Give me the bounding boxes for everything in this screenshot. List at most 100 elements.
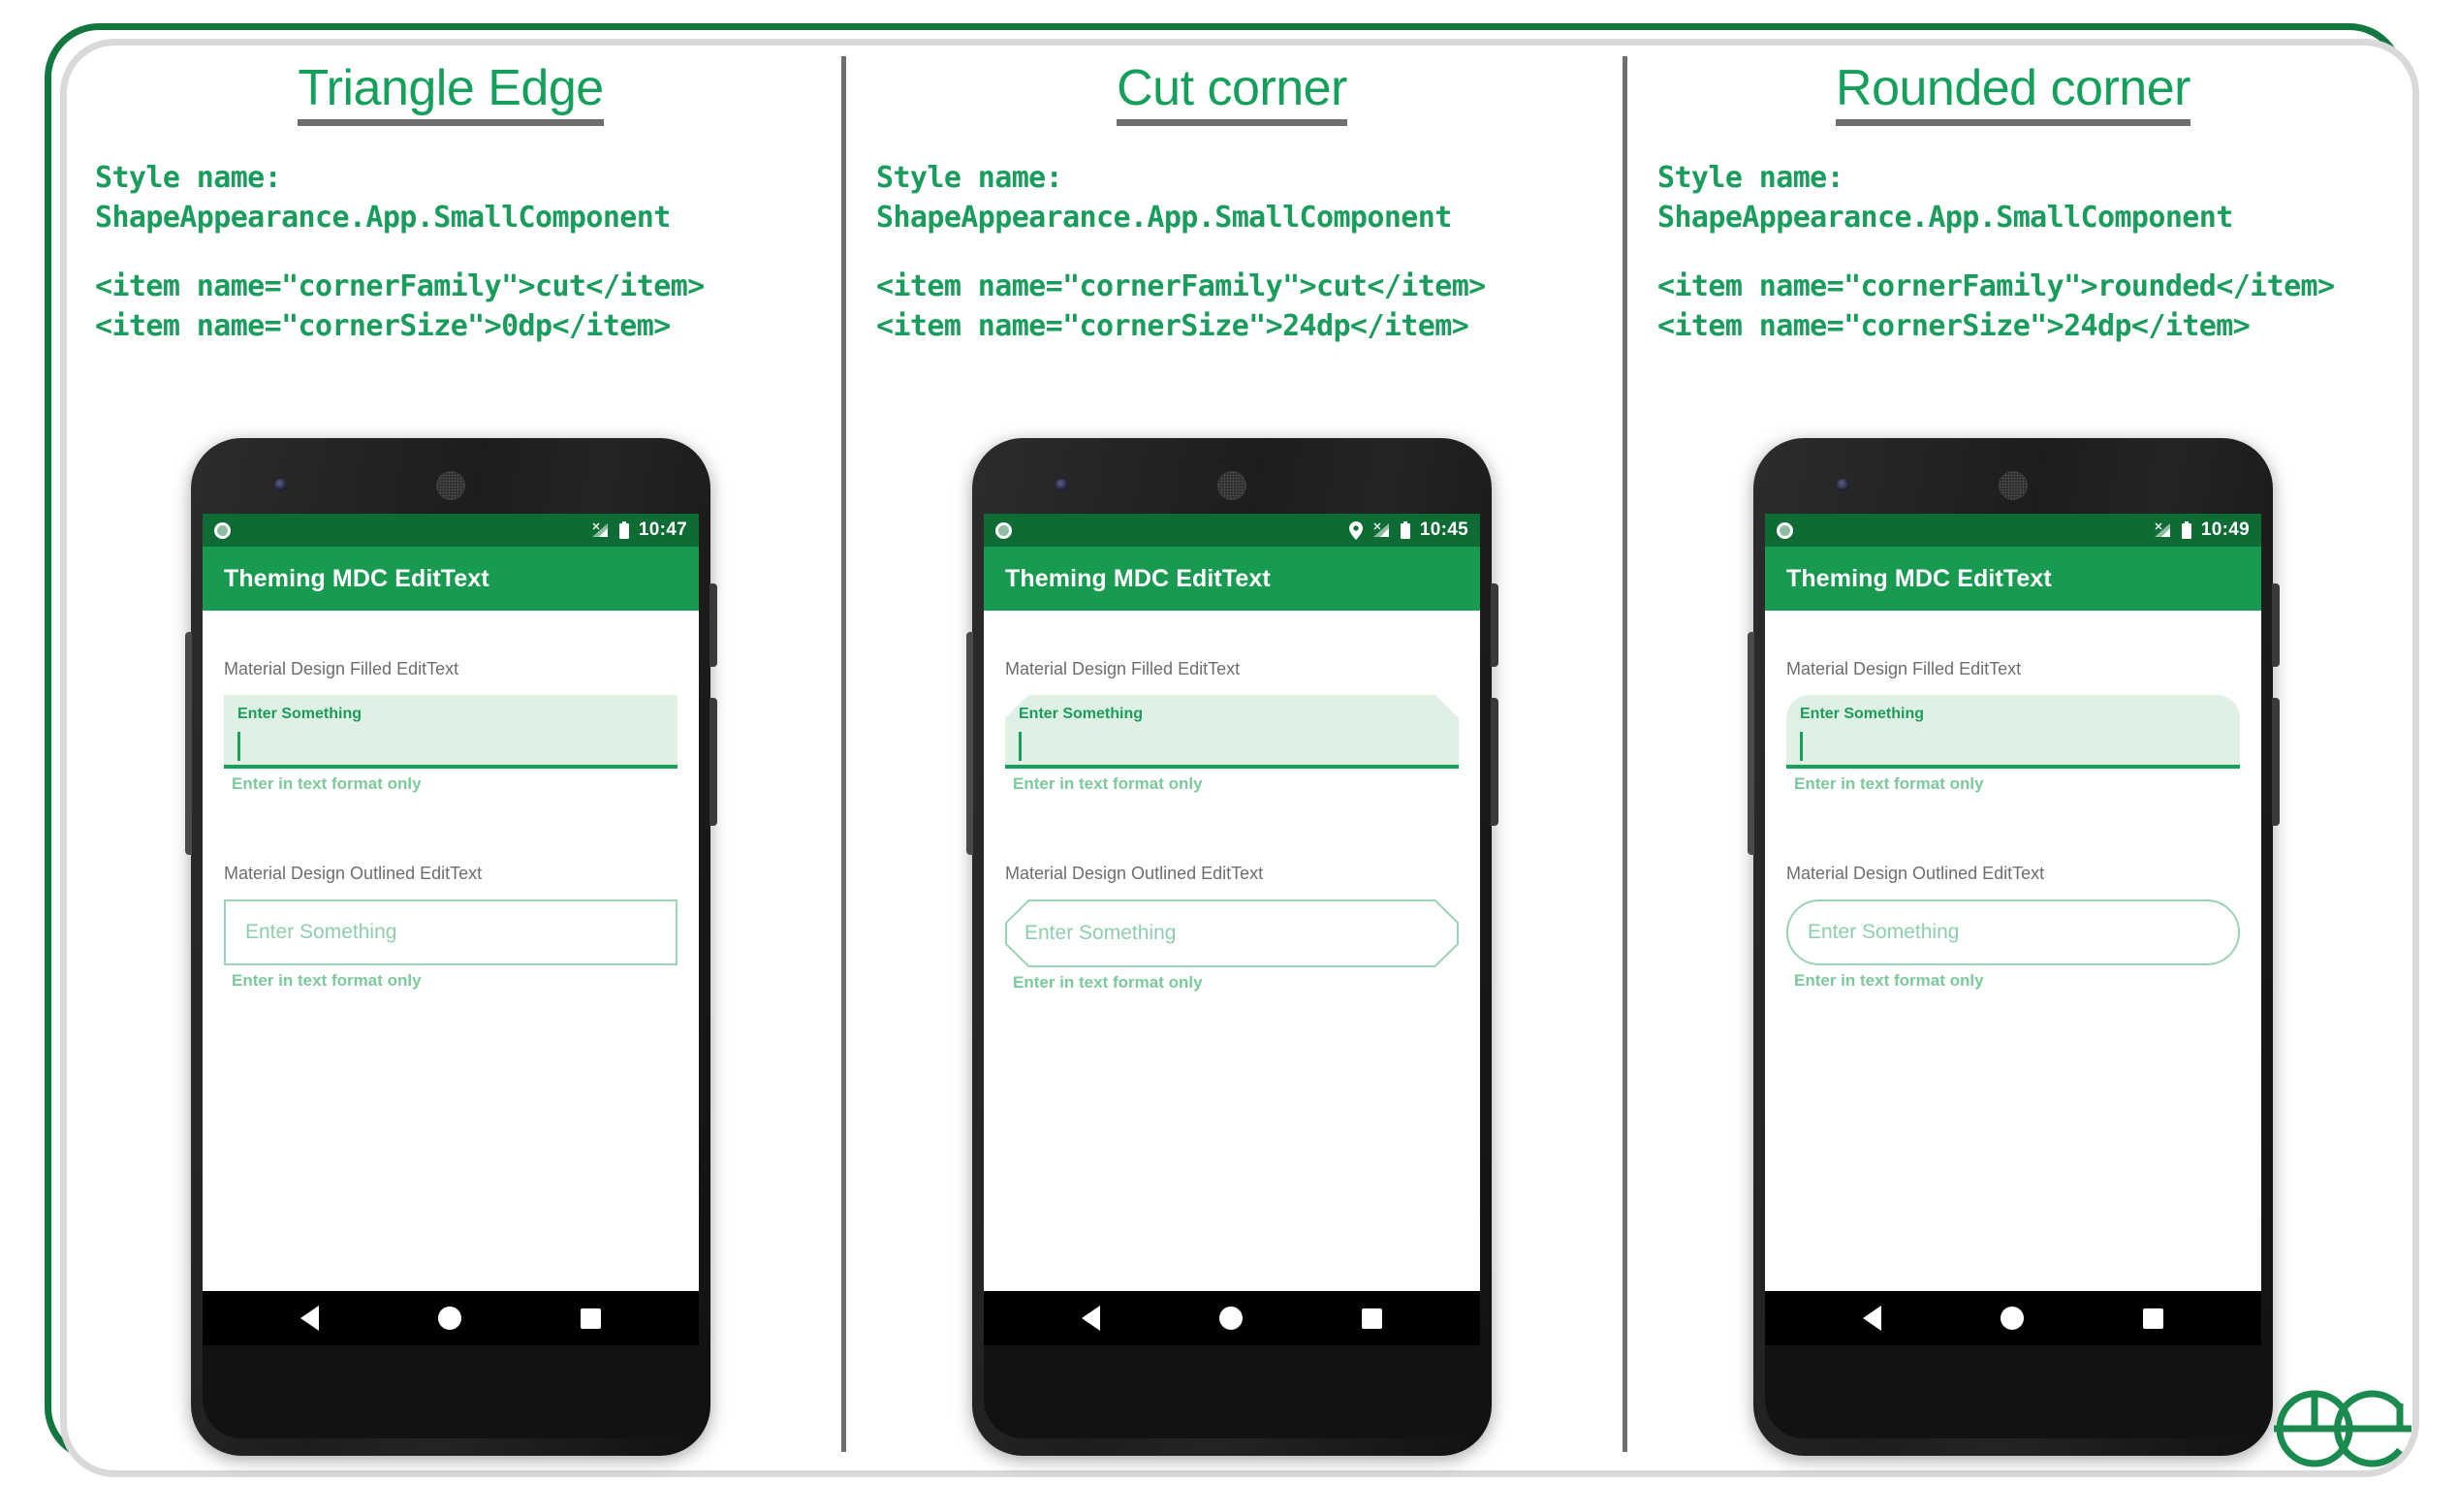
phone-volume-button[interactable] [709, 698, 717, 826]
record-dot-icon [1777, 521, 1793, 539]
style-name-label: Style name: [876, 161, 1063, 196]
filled-helper-text: Enter in text format only [1013, 774, 1203, 793]
outlined-helper-text: Enter in text format only [1013, 973, 1203, 992]
style-name-value: ShapeAppearance.App.SmallComponent [95, 201, 671, 236]
phone-chin [984, 1345, 1480, 1438]
screen-body: Material Design Filled EditText Enter So… [203, 611, 699, 1291]
text-caret [237, 732, 240, 761]
phone-device: 10:49 Theming MDC EditText Material Desi… [1748, 438, 2280, 1456]
phone-left-button[interactable] [1748, 632, 1754, 855]
navigation-bar [203, 1291, 699, 1345]
back-icon[interactable] [300, 1306, 320, 1331]
filled-text-field[interactable]: Enter Something [224, 695, 678, 769]
filled-field-group: Material Design Filled EditText Enter So… [1005, 659, 1459, 794]
text-caret [1800, 732, 1803, 761]
filled-field-label: Material Design Filled EditText [1786, 659, 2022, 678]
recents-icon[interactable] [580, 1307, 601, 1329]
battery-icon [2181, 520, 2191, 539]
item-corner-family: <item name="cornerFamily">cut</item> [95, 268, 705, 303]
filled-text-field[interactable]: Enter Something [1786, 695, 2240, 769]
phone-screen: 10:49 Theming MDC EditText Material Desi… [1765, 514, 2261, 1345]
back-icon[interactable] [1082, 1306, 1101, 1331]
screen-body: Material Design Filled EditText Enter So… [984, 611, 1480, 1291]
column-title: Triangle Edge [78, 60, 824, 127]
back-icon[interactable] [1863, 1306, 1882, 1331]
style-name-value: ShapeAppearance.App.SmallComponent [1657, 201, 2233, 236]
outlined-field-label: Material Design Outlined EditText [224, 864, 483, 883]
outlined-field-group: Material Design Outlined EditText Enter … [224, 864, 678, 991]
recents-icon[interactable] [2142, 1307, 2163, 1329]
phone-device: 10:45 Theming MDC EditText Material Desi… [966, 438, 1498, 1456]
app-bar: Theming MDC EditText [1765, 547, 2261, 611]
phone-volume-button[interactable] [1491, 698, 1498, 826]
signal-icon [1372, 522, 1389, 537]
item-corner-size: <item name="cornerSize">24dp</item> [1657, 308, 2251, 343]
front-camera-icon [1056, 479, 1068, 491]
home-icon[interactable] [2000, 1307, 2024, 1330]
home-icon[interactable] [1218, 1307, 1243, 1330]
phone-chin [203, 1345, 699, 1438]
phone-left-button[interactable] [966, 632, 973, 855]
columns-container: Triangle Edge Style name: ShapeAppearanc… [60, 39, 2404, 1462]
battery-icon [1400, 520, 1410, 539]
phone-wrapper: 10:49 Theming MDC EditText Material Desi… [1623, 438, 2404, 1456]
outlined-text-field[interactable]: Enter Something [1005, 899, 1459, 967]
item-corner-size: <item name="cornerSize">0dp</item> [95, 308, 671, 343]
page-root: Triangle Edge Style name: ShapeAppearanc… [0, 0, 2458, 1512]
column-cut-corner: Cut corner Style name: ShapeAppearance.A… [841, 39, 1623, 1462]
phone-screen: 10:47 Theming MDC EditText Material Desi… [203, 514, 699, 1345]
app-bar-title: Theming MDC EditText [1786, 564, 2052, 592]
text-caret [1019, 732, 1022, 761]
front-camera-icon [274, 479, 287, 491]
style-name-label: Style name: [1657, 161, 1844, 196]
phone-volume-button[interactable] [2272, 698, 2280, 826]
location-pin-icon [1348, 520, 1363, 540]
front-camera-icon [1837, 479, 1849, 491]
app-bar: Theming MDC EditText [984, 547, 1480, 611]
navigation-bar [1765, 1291, 2261, 1345]
phone-wrapper: 10:47 Theming MDC EditText Material Desi… [60, 438, 841, 1456]
column-triangle-edge: Triangle Edge Style name: ShapeAppearanc… [60, 39, 841, 1462]
earpiece-speaker-icon [436, 471, 465, 500]
code-block: Style name: ShapeAppearance.App.SmallCom… [859, 159, 1605, 346]
code-block: Style name: ShapeAppearance.App.SmallCom… [78, 159, 824, 346]
phone-device: 10:47 Theming MDC EditText Material Desi… [185, 438, 717, 1456]
status-bar: 10:47 [203, 514, 699, 547]
screen-body: Material Design Filled EditText Enter So… [1765, 611, 2261, 1291]
outlined-helper-text: Enter in text format only [1794, 971, 1984, 990]
style-name-label: Style name: [95, 161, 282, 196]
app-bar: Theming MDC EditText [203, 547, 699, 611]
recents-icon[interactable] [1361, 1307, 1382, 1329]
column-rounded-corner: Rounded corner Style name: ShapeAppearan… [1623, 39, 2404, 1462]
outlined-field-label: Material Design Outlined EditText [1005, 864, 1264, 883]
item-corner-size: <item name="cornerSize">24dp</item> [876, 308, 1469, 343]
outlined-text-field[interactable]: Enter Something [1786, 899, 2240, 965]
signal-icon [591, 522, 608, 537]
code-block: Style name: ShapeAppearance.App.SmallCom… [1640, 159, 2386, 346]
outlined-placeholder: Enter Something [245, 921, 397, 943]
outlined-field-label: Material Design Outlined EditText [1786, 864, 2045, 883]
outlined-field-group: Material Design Outlined EditText Enter … [1786, 864, 2240, 991]
filled-helper-text: Enter in text format only [1794, 774, 1984, 793]
phone-power-button[interactable] [709, 583, 717, 667]
status-bar: 10:45 [984, 514, 1480, 547]
phone-power-button[interactable] [1491, 583, 1498, 667]
filled-field-label: Material Design Filled EditText [1005, 659, 1241, 678]
style-name-value: ShapeAppearance.App.SmallComponent [876, 201, 1452, 236]
outlined-field-group: Material Design Outlined EditText Enter … [1005, 864, 1459, 992]
battery-icon [618, 520, 629, 539]
item-corner-family: <item name="cornerFamily">rounded</item> [1657, 268, 2335, 303]
record-dot-icon [995, 521, 1012, 539]
outlined-text-field[interactable]: Enter Something [224, 899, 678, 965]
filled-field-label: Material Design Filled EditText [224, 659, 459, 678]
phone-screen: 10:45 Theming MDC EditText Material Desi… [984, 514, 1480, 1345]
phone-left-button[interactable] [185, 632, 192, 855]
filled-text-field[interactable]: Enter Something [1005, 695, 1459, 769]
app-bar-title: Theming MDC EditText [224, 564, 489, 592]
record-dot-icon [214, 521, 231, 539]
column-title-text: Cut corner [1117, 60, 1347, 127]
home-icon[interactable] [437, 1307, 461, 1330]
column-title: Cut corner [859, 60, 1605, 127]
earpiece-speaker-icon [1999, 471, 2028, 500]
phone-power-button[interactable] [2272, 583, 2280, 667]
